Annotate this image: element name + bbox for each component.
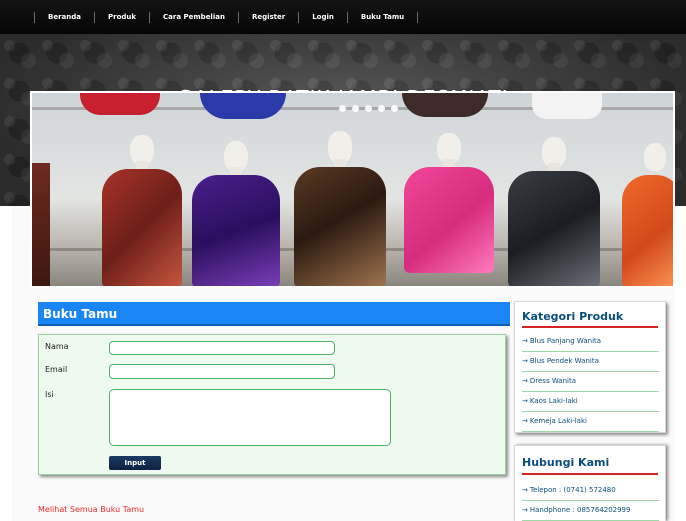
banner-top-garment <box>80 93 160 115</box>
arrow-right-icon: → <box>522 357 528 365</box>
nav-separator <box>417 12 419 23</box>
banner-mannequin <box>102 135 182 286</box>
banner-partial-garment <box>32 163 50 286</box>
input-submit-button[interactable]: Input <box>109 456 161 470</box>
slider-dots <box>339 105 398 112</box>
contact-title-underline <box>522 473 658 475</box>
message-textarea[interactable] <box>109 389 391 446</box>
slider-dot[interactable] <box>378 105 385 112</box>
contact-item: → Telepon : (0741) 572480 <box>522 481 659 501</box>
mannequin-batik-blouse <box>102 169 182 286</box>
arrow-right-icon: → <box>522 397 528 405</box>
guestbook-form: Nama Email Isi Input <box>38 334 506 475</box>
mannequin-head <box>644 143 666 171</box>
banner-mannequin <box>508 137 600 286</box>
nav-menu: Beranda Produk Cara Pembelian Register L… <box>34 12 419 23</box>
banner-top-garment <box>402 93 488 117</box>
category-item[interactable]: → Kemeja Laki-laki <box>522 412 659 432</box>
nav-item-login[interactable]: Login <box>299 12 347 23</box>
slider-dot[interactable] <box>339 105 346 112</box>
name-input[interactable] <box>109 341 335 355</box>
banner-mannequin <box>622 143 673 286</box>
slider-dot[interactable] <box>391 105 398 112</box>
category-box: Kategori Produk → Blus Panjang Wanita → Bl… <box>514 301 666 433</box>
category-item[interactable]: → Blus Pendek Wanita <box>522 352 659 372</box>
category-title-underline <box>522 326 658 328</box>
contact-item: → Handphone : 085764202999 <box>522 501 659 521</box>
category-title: Kategori Produk <box>522 310 624 323</box>
top-navigation: Beranda Produk Cara Pembelian Register L… <box>0 0 686 34</box>
nav-item-produk[interactable]: Produk <box>95 12 149 23</box>
category-item[interactable]: → Dress Wanita <box>522 372 659 392</box>
arrow-right-icon: → <box>522 337 528 345</box>
banner-top-garment <box>532 93 602 119</box>
email-input[interactable] <box>109 364 335 379</box>
arrow-right-icon: → <box>522 377 528 385</box>
category-item[interactable]: → Kaos Laki-laki <box>522 392 659 412</box>
contact-box: Hubungi Kami → Telepon : (0741) 572480 → H… <box>514 445 666 521</box>
banner-top-garment <box>200 93 286 119</box>
banner-image <box>30 91 675 288</box>
email-label: Email <box>45 365 68 374</box>
mannequin-batik-blouse <box>622 175 673 286</box>
name-label: Nama <box>45 342 69 351</box>
nav-item-buku-tamu[interactable]: Buku Tamu <box>348 12 417 23</box>
banner-mannequin <box>404 133 494 273</box>
see-all-guestbook-link[interactable]: Melihat Semua Buku Tamu <box>38 505 144 514</box>
arrow-right-icon: → <box>522 506 528 514</box>
mannequin-batik-blouse <box>294 167 386 286</box>
slider-dot[interactable] <box>365 105 372 112</box>
message-label: Isi <box>45 390 54 399</box>
banner-mannequin <box>192 141 280 286</box>
contact-title: Hubungi Kami <box>522 456 610 469</box>
guestbook-title: Buku Tamu <box>38 302 510 326</box>
slider-dot[interactable] <box>352 105 359 112</box>
arrow-right-icon: → <box>522 486 528 494</box>
nav-item-register[interactable]: Register <box>239 12 298 23</box>
nav-item-beranda[interactable]: Beranda <box>35 12 94 23</box>
mannequin-batik-blouse <box>192 175 280 286</box>
nav-item-cara-pembelian[interactable]: Cara Pembelian <box>150 12 238 23</box>
arrow-right-icon: → <box>522 417 528 425</box>
mannequin-batik-blouse <box>404 167 494 273</box>
mannequin-batik-shirt <box>508 171 600 286</box>
banner-mannequin <box>294 131 386 286</box>
category-item[interactable]: → Blus Panjang Wanita <box>522 332 659 352</box>
